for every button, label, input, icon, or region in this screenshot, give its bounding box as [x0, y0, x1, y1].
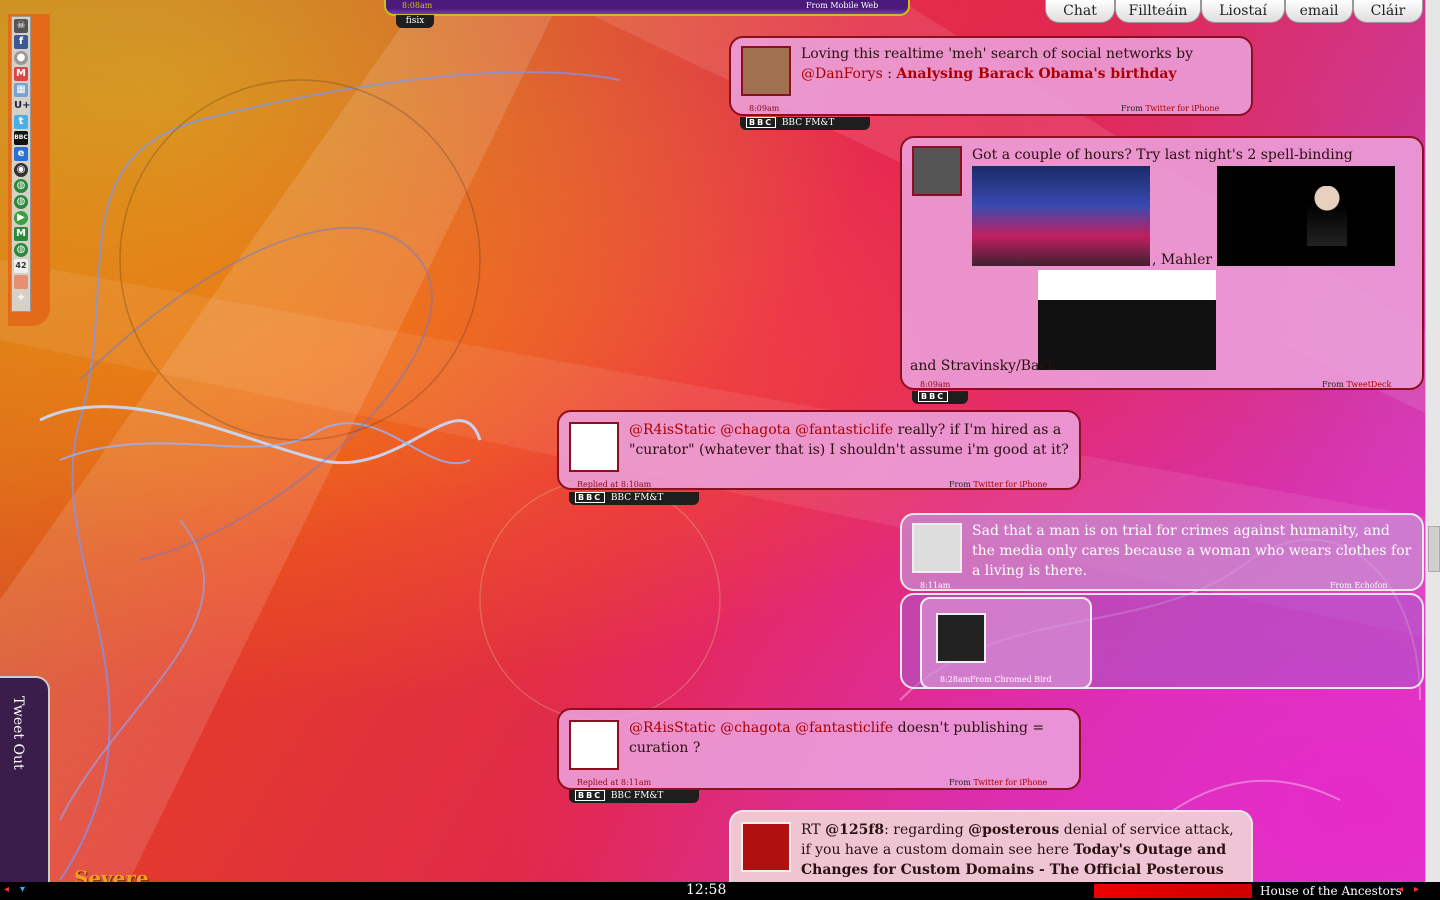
mention-link[interactable]: @posterous	[968, 822, 1059, 838]
bbc-source-tag[interactable]: BBC	[912, 391, 968, 404]
tweet-card[interactable]: @R4isStatic @chagota @fantasticlife does…	[557, 708, 1081, 790]
plus-icon[interactable]: +	[14, 291, 28, 305]
now-playing: House of the Ancestors	[1260, 884, 1402, 898]
mention-link[interactable]: @125f8	[825, 822, 884, 838]
tweet-text: Sad that a man is on trial for crimes ag…	[972, 523, 1412, 579]
tweet-source: From Twitter for iPhone	[949, 778, 1048, 787]
globe-icon[interactable]: ◍	[14, 195, 28, 209]
m-icon[interactable]: M	[14, 227, 28, 241]
bbc-source-tag[interactable]: BBC BBC FM&T	[569, 492, 699, 505]
mention-link[interactable]: @R4isStatic @chagota @fantasticlife	[629, 422, 893, 438]
tweet-source: From TweetDeck	[1322, 380, 1392, 389]
tweet-time[interactable]: Replied at 8:10am	[577, 480, 651, 489]
avatar[interactable]	[936, 613, 986, 663]
avatar[interactable]	[569, 720, 619, 770]
launcher-icon-strip: ☠ f ● M ▦ U+ t BBC e ◉ ◍ ◍ ▶ M ◍ 42 +	[11, 16, 31, 312]
bbc-source-tag[interactable]: BBC BBC FM&T	[569, 790, 699, 803]
nav-tab-programs[interactable]: Cláir	[1353, 0, 1423, 23]
nav-tab-email[interactable]: email	[1285, 0, 1353, 23]
tweet-text: Loving this realtime 'meh' search of soc…	[801, 46, 1194, 82]
tweet-out-panel[interactable]: Tweet Out	[0, 676, 50, 886]
avatar[interactable]	[569, 422, 619, 472]
skull-icon[interactable]: ☠	[14, 19, 28, 33]
tweet-source: From Twitter for iPhone	[1121, 104, 1220, 113]
globe-icon[interactable]: ◍	[14, 243, 28, 257]
tweet-out-label: Tweet Out	[10, 696, 26, 770]
arrow-left-icon[interactable]: ◂	[1398, 884, 1403, 895]
mention-link[interactable]: @DanForys	[801, 66, 883, 82]
chrome-icon[interactable]: ◉	[14, 163, 28, 177]
tweet-source: From Chromed Bird	[970, 675, 1052, 684]
scrollbar[interactable]	[1425, 0, 1440, 882]
gmail-icon[interactable]: M	[14, 67, 28, 81]
avatar[interactable]	[741, 822, 791, 872]
arrow-left-icon[interactable]: ◂	[4, 884, 9, 895]
facebook-icon[interactable]: f	[14, 35, 28, 49]
ie-icon[interactable]: e	[14, 147, 28, 161]
tweet-card[interactable]: Got a couple of hours? Try last night's …	[900, 136, 1424, 390]
tweet-card[interactable]: RT @125f8: regarding @posterous denial o…	[729, 810, 1253, 898]
bbc-icon[interactable]: BBC	[14, 131, 28, 145]
arrow-down-icon[interactable]: ▾	[20, 884, 25, 895]
twitter-icon[interactable]: t	[14, 115, 28, 129]
launcher-sidebar: ☠ f ● M ▦ U+ t BBC e ◉ ◍ ◍ ▶ M ◍ 42 +	[8, 14, 50, 326]
tweet-card[interactable]: Sad that a man is on trial for crimes ag…	[900, 513, 1424, 591]
tweet-card[interactable]: Loving this realtime 'meh' search of soc…	[729, 36, 1253, 116]
blank-icon[interactable]	[14, 275, 28, 289]
tweet-time[interactable]: 8:28am	[940, 675, 970, 684]
nav-tab-lists[interactable]: Liostaí	[1201, 0, 1285, 23]
previous-tweet-tab[interactable]: 8:08am From Mobile Web	[384, 0, 910, 16]
article-link[interactable]: Analysing Barack Obama's birthday	[896, 66, 1176, 82]
uplus-icon[interactable]: U+	[14, 99, 31, 113]
tweet-time[interactable]: 8:09am	[749, 104, 779, 113]
nav-tab-folders[interactable]: Fillteáin	[1115, 0, 1201, 23]
arrow-right-icon[interactable]: ▸	[1414, 884, 1419, 895]
play-icon[interactable]: ▶	[14, 211, 28, 225]
status-bar: ◂ ▾ 12:58 House of the Ancestors ◂ ▸	[0, 882, 1440, 900]
tweet-card[interactable]: 8:28am From Chromed Bird	[900, 593, 1424, 689]
tweet-text: @R4isStatic @chagota @fantasticlife real…	[629, 422, 1069, 458]
tweet-time[interactable]: 8:09am	[920, 380, 950, 389]
progress-bar	[1094, 884, 1252, 898]
choir-image[interactable]	[1038, 270, 1216, 370]
bbc-source-tag[interactable]: BBC BBC FM&T	[740, 117, 870, 130]
tweet-source: From Mobile Web	[806, 1, 879, 10]
clock: 12:58	[686, 882, 727, 898]
avatar[interactable]	[912, 146, 962, 196]
tweet-source: From Twitter for iPhone	[949, 480, 1048, 489]
mention-link[interactable]: @R4isStatic @chagota @fantasticlife	[629, 720, 893, 736]
calendar-icon[interactable]: ▦	[14, 83, 28, 97]
calendar-42-icon[interactable]: 42	[14, 259, 28, 273]
tweet-time[interactable]: 8:11am	[920, 581, 950, 590]
tweet-time: 8:08am	[402, 1, 433, 10]
circle-icon[interactable]: ●	[14, 51, 28, 65]
tweet-source: From Echofon	[1330, 581, 1388, 590]
avatar[interactable]	[912, 523, 962, 573]
tweet-user-tag[interactable]: fisix	[396, 15, 434, 28]
concert-hall-image[interactable]	[972, 166, 1150, 266]
nav-tab-chat[interactable]: Chat	[1045, 0, 1115, 23]
avatar[interactable]	[741, 46, 791, 96]
globe-icon[interactable]: ◍	[14, 179, 28, 193]
tweet-card[interactable]: @R4isStatic @chagota @fantasticlife real…	[557, 410, 1081, 490]
tweet-time[interactable]: Replied at 8:11am	[577, 778, 651, 787]
tweet-text: @R4isStatic @chagota @fantasticlife does…	[629, 720, 1045, 756]
tweet-text: Got a couple of hours? Try last night's …	[972, 147, 1353, 163]
conductor-image[interactable]	[1217, 166, 1395, 266]
